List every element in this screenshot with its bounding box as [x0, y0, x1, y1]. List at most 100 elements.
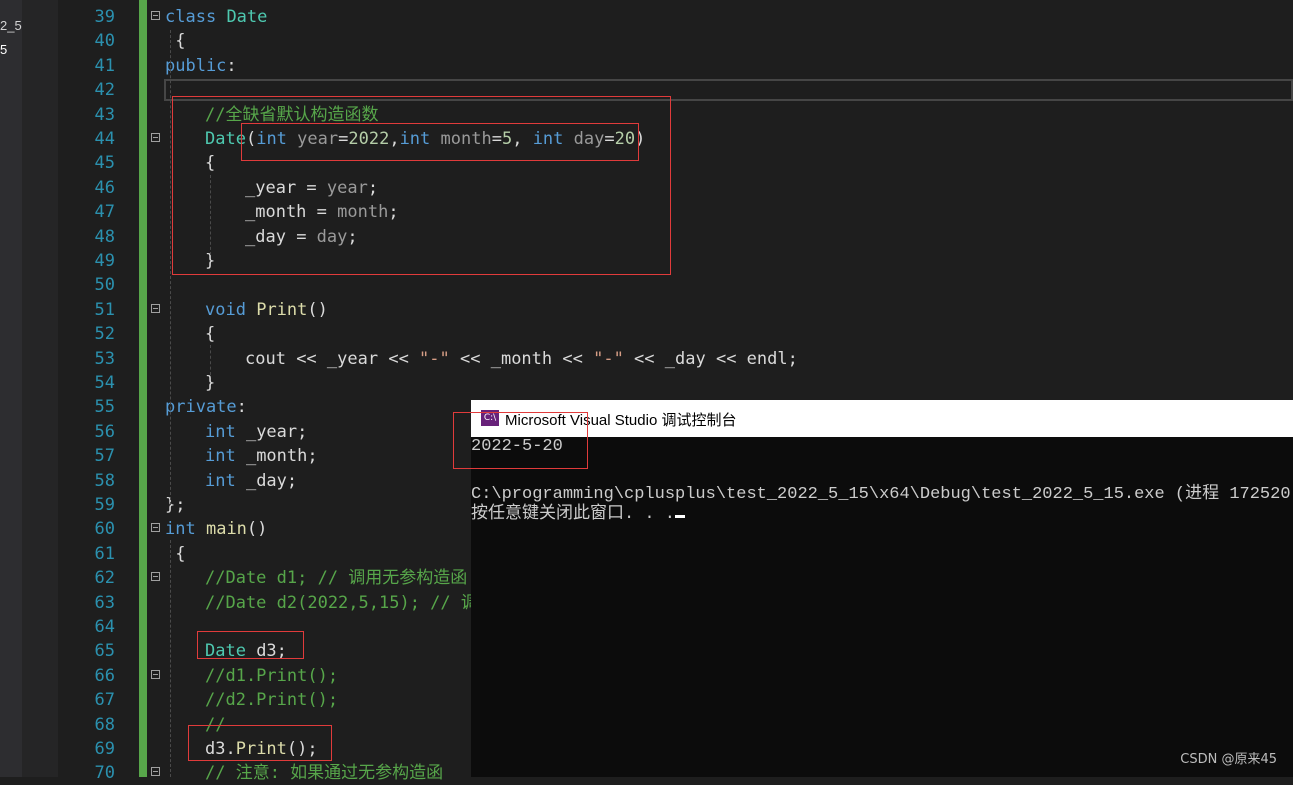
annotation-box-params	[241, 123, 639, 161]
code-text: private:	[165, 395, 247, 419]
line-number: 70	[94, 763, 115, 784]
code-token: <<	[623, 348, 665, 369]
code-token: class	[165, 7, 217, 27]
code-token: private	[165, 397, 237, 418]
line-number: 46	[94, 177, 115, 198]
line-number: 39	[94, 7, 115, 27]
code-token: };	[165, 495, 186, 515]
console-prompt-line: 按任意键关闭此窗口. . .	[471, 498, 686, 524]
code-token: // 注意: 如果通过无参构造函	[205, 763, 444, 784]
line-number: 42	[94, 80, 115, 101]
code-token: void	[205, 299, 246, 320]
code-text: {	[165, 542, 185, 566]
code-line[interactable]: 50	[95, 273, 1293, 297]
line-number: 62	[94, 568, 115, 589]
line-number: 63	[94, 592, 115, 613]
code-line[interactable]: 54}	[95, 371, 1293, 395]
code-line[interactable]: 41 public:	[95, 54, 1293, 78]
code-token: _day;	[235, 470, 298, 491]
code-token: //Date d2(2022,5,15); // 调	[205, 592, 478, 613]
code-token: Print	[256, 299, 308, 320]
code-token: {	[205, 324, 216, 345]
code-token: <<	[449, 348, 491, 369]
code-token: "-"	[419, 348, 450, 369]
code-line[interactable]: 52 {	[95, 322, 1293, 346]
collapse-icon[interactable]	[151, 11, 160, 20]
code-token: _day	[664, 348, 716, 369]
line-number: 40	[94, 31, 115, 52]
line-number: 51	[94, 299, 115, 320]
line-number: 43	[94, 104, 115, 125]
code-line[interactable]: 39 class Date	[95, 5, 1293, 29]
line-number: 60	[94, 519, 115, 540]
code-token: {	[165, 31, 186, 52]
code-text: int _year;	[205, 420, 307, 444]
code-token: endl;	[746, 348, 798, 369]
line-number: 65	[94, 641, 115, 662]
indent-guide	[210, 345, 211, 375]
code-token: _year;	[235, 421, 308, 442]
code-text: // 注意: 如果通过无参构造函	[205, 761, 443, 785]
line-number: 56	[94, 421, 115, 442]
collapse-icon[interactable]	[151, 669, 160, 679]
code-token: ()	[246, 519, 268, 540]
code-token: <<	[388, 348, 420, 369]
code-text: {	[205, 322, 215, 346]
code-token: int	[205, 470, 236, 491]
code-line[interactable]: 40 {	[95, 29, 1293, 53]
code-token: int	[205, 446, 236, 467]
collapse-icon[interactable]	[151, 767, 160, 777]
code-text: int _day;	[205, 469, 297, 493]
line-number: 59	[94, 495, 115, 515]
code-token: //d2.Print();	[205, 690, 339, 711]
line-number: 49	[94, 251, 115, 271]
line-number: 61	[94, 543, 115, 564]
collapse-icon[interactable]	[151, 572, 160, 582]
console-prompt-text: 按任意键关闭此窗口. . .	[471, 505, 676, 524]
code-text: //d1.Print();	[205, 664, 338, 688]
code-token: int	[205, 421, 236, 442]
watermark: CSDN @原来45	[1180, 752, 1277, 767]
line-number: 68	[94, 714, 115, 735]
collapse-icon[interactable]	[151, 133, 160, 142]
code-token: //d1.Print();	[205, 665, 339, 686]
change-tracking-bar	[139, 0, 147, 777]
file-tab-fragment[interactable]: 2_5	[0, 18, 22, 33]
line-number: 67	[94, 690, 115, 711]
code-token: int	[165, 519, 196, 540]
code-token: Date	[226, 7, 268, 27]
indent-guide	[170, 540, 171, 777]
annotation-box-print	[188, 725, 332, 761]
annotation-box-d3	[197, 631, 304, 659]
code-line[interactable]: 53 cout << _year << "-" << _month << "-" …	[95, 347, 1293, 371]
line-number: 58	[94, 470, 115, 491]
line-number: 55	[94, 397, 115, 418]
code-token: :	[236, 397, 247, 418]
console-titlebar[interactable]: C:\ Microsoft Visual Studio 调试控制台	[471, 400, 1293, 437]
code-text: };	[165, 493, 185, 517]
code-text: class Date	[165, 5, 267, 29]
annotation-box-output	[453, 412, 588, 469]
line-number: 57	[94, 446, 115, 467]
code-token: //Date d1; // 调用无参构造函	[205, 568, 468, 589]
line-number: 64	[94, 617, 115, 637]
left-tab-strip: 2_5 5	[0, 0, 22, 777]
file-tab-fragment[interactable]: 5	[0, 42, 22, 57]
code-token: :	[226, 55, 237, 76]
collapse-icon[interactable]	[151, 303, 160, 313]
collapse-icon[interactable]	[151, 523, 160, 533]
line-number: 44	[94, 129, 115, 149]
debug-console-window[interactable]: C:\ Microsoft Visual Studio 调试控制台 2022-5…	[471, 400, 1293, 777]
code-token: "-"	[593, 348, 624, 369]
indent-guide	[170, 30, 171, 505]
line-number: 47	[94, 202, 115, 223]
code-text: cout << _year << "-" << _month << "-" <<…	[245, 347, 798, 371]
code-token: <<	[296, 348, 327, 369]
line-number: 45	[94, 153, 115, 174]
code-token: _year	[326, 348, 389, 369]
code-line[interactable]: 51 void Print()	[95, 298, 1293, 322]
code-token: main	[205, 519, 247, 540]
code-token: {	[165, 543, 186, 564]
